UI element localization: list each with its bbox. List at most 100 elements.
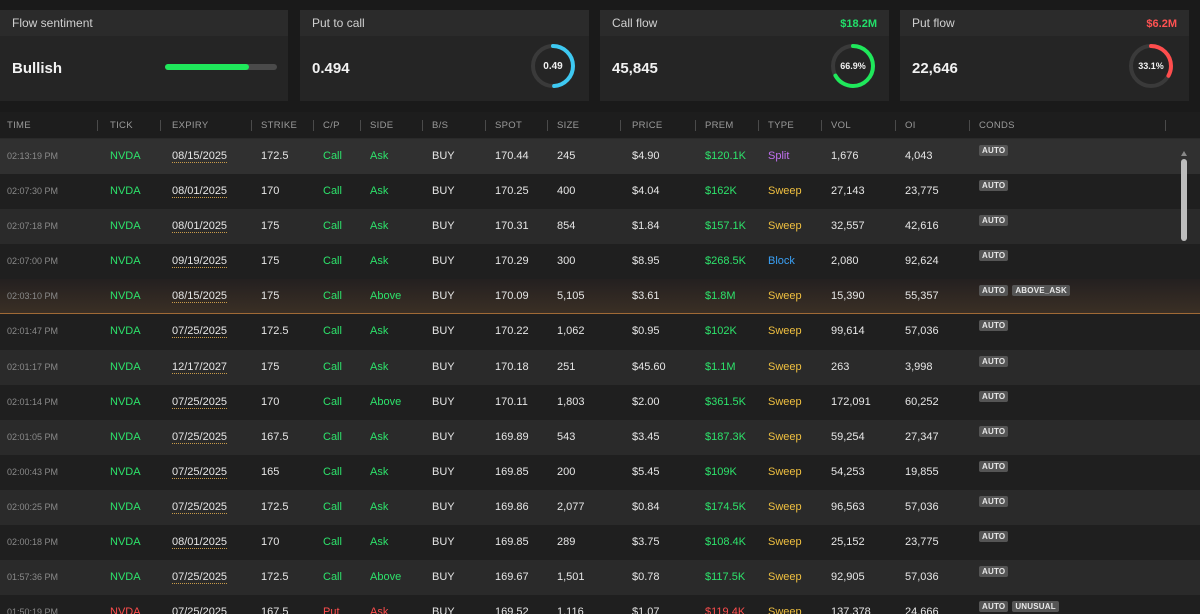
cell-side: Ask <box>370 325 389 338</box>
cell-expiry[interactable]: 09/19/2025 <box>172 255 228 269</box>
put-flow-card: Put flow $6.2M 22,646 33.1% <box>900 10 1189 101</box>
col-resize-handle[interactable] <box>485 120 486 131</box>
cell-type: Sweep <box>768 430 802 443</box>
cell-vol: 15,390 <box>831 290 865 303</box>
col-resize-handle[interactable] <box>360 120 361 131</box>
col-resize-handle[interactable] <box>758 120 759 131</box>
cell-expiry[interactable]: 12/17/2027 <box>172 361 228 374</box>
col-header-prem[interactable]: PREM <box>705 120 734 131</box>
col-resize-handle[interactable] <box>1165 120 1166 131</box>
cell-expiry[interactable]: 07/25/2025 <box>172 501 228 514</box>
cell-expiry[interactable]: 07/25/2025 <box>172 606 227 614</box>
cell-tick[interactable]: NVDA <box>110 606 141 614</box>
cell-vol: 137,378 <box>831 606 871 614</box>
col-resize-handle[interactable] <box>895 120 896 131</box>
col-resize-handle[interactable] <box>547 120 548 131</box>
cell-tick[interactable]: NVDA <box>110 501 141 513</box>
cell-type: Sweep <box>768 395 802 408</box>
cell-tick[interactable]: NVDA <box>110 396 141 408</box>
col-header-strike[interactable]: STRIKE <box>261 120 297 131</box>
cell-tick[interactable]: NVDA <box>110 185 141 197</box>
table-row[interactable]: 02:07:18 PM NVDA 08/01/2025 175 Call Ask BUY 17… <box>0 209 1200 245</box>
cell-expiry[interactable]: 08/01/2025 <box>172 536 228 550</box>
cell-bs: BUY <box>432 185 455 198</box>
cell-expiry[interactable]: 07/25/2025 <box>172 466 228 479</box>
col-header-oi[interactable]: OI <box>905 120 916 131</box>
cell-size: 251 <box>557 360 576 373</box>
cell-expiry[interactable]: 07/25/2025 <box>172 431 228 444</box>
cell-expiry[interactable]: 08/01/2025 <box>172 220 228 234</box>
cell-prem: $119.4K <box>705 606 746 614</box>
cell-spot: 170.09 <box>495 290 529 303</box>
col-header-cp[interactable]: C/P <box>323 120 340 131</box>
cell-expiry[interactable]: 08/01/2025 <box>172 185 228 199</box>
table-row[interactable]: 02:01:14 PM NVDA 07/25/2025 170 Call Above BUY… <box>0 384 1200 420</box>
put-flow-value: 22,646 <box>912 60 958 77</box>
col-header-conds[interactable]: CONDS <box>979 120 1015 131</box>
cell-expiry[interactable]: 07/25/2025 <box>172 571 228 585</box>
col-header-spot[interactable]: SPOT <box>495 120 522 131</box>
cell-tick[interactable]: NVDA <box>110 536 141 548</box>
table-row[interactable]: 02:00:43 PM NVDA 07/25/2025 165 Call Ask BUY 16… <box>0 454 1200 490</box>
col-header-type[interactable]: TYPE <box>768 120 794 131</box>
cell-cp: Put <box>323 606 340 614</box>
col-resize-handle[interactable] <box>620 120 621 131</box>
col-header-side[interactable]: SIDE <box>370 120 393 131</box>
table-scrollbar[interactable] <box>1180 151 1188 614</box>
call-flow-card: Call flow $18.2M 45,845 66.9% <box>600 10 889 101</box>
cell-tick[interactable]: NVDA <box>110 150 141 162</box>
col-resize-handle[interactable] <box>422 120 423 131</box>
cell-type: Sweep <box>768 220 802 233</box>
cell-tick[interactable]: NVDA <box>110 255 141 267</box>
col-header-bs[interactable]: B/S <box>432 120 448 131</box>
table-row[interactable]: 01:50:19 PM NVDA 07/25/2025 167.5 Put Ask BUY 1… <box>0 595 1200 614</box>
cell-prem: $1.1M <box>705 360 736 373</box>
cell-expiry[interactable]: 07/25/2025 <box>172 396 228 409</box>
table-row[interactable]: 02:01:05 PM NVDA 07/25/2025 167.5 Call Ask BUY… <box>0 419 1200 455</box>
cell-spot: 169.86 <box>495 500 529 513</box>
col-resize-handle[interactable] <box>695 120 696 131</box>
table-row[interactable]: 02:13:19 PM NVDA 08/15/2025 172.5 Call Ask BUY… <box>0 139 1200 175</box>
col-header-expiry[interactable]: EXPIRY <box>172 120 208 131</box>
cell-time: 02:01:05 PM <box>7 431 59 442</box>
scrollbar-thumb[interactable] <box>1181 159 1187 241</box>
cell-prem: $187.3K <box>705 430 746 443</box>
col-resize-handle[interactable] <box>97 120 98 131</box>
scroll-up-icon[interactable] <box>1181 151 1187 156</box>
table-row[interactable]: 02:03:10 PM NVDA 08/15/2025 175 Call Above BUY… <box>0 279 1200 315</box>
col-header-tick[interactable]: TICK <box>110 120 133 131</box>
cell-tick[interactable]: NVDA <box>110 220 141 232</box>
table-row[interactable]: 02:07:00 PM NVDA 09/19/2025 175 Call Ask BUY 17… <box>0 244 1200 280</box>
table-row[interactable]: 01:57:36 PM NVDA 07/25/2025 172.5 Call Above B… <box>0 560 1200 596</box>
cell-bs: BUY <box>432 606 455 614</box>
cell-expiry[interactable]: 08/15/2025 <box>172 290 228 304</box>
col-header-price[interactable]: PRICE <box>632 120 663 131</box>
table-row[interactable]: 02:01:17 PM NVDA 12/17/2027 175 Call Ask BUY 17… <box>0 349 1200 385</box>
cell-tick[interactable]: NVDA <box>110 466 141 478</box>
cell-bs: BUY <box>432 536 455 549</box>
cell-expiry[interactable]: 07/25/2025 <box>172 325 228 339</box>
put-flow-amount: $6.2M <box>1146 18 1177 30</box>
put-to-call-gauge: 0.49 <box>531 44 575 88</box>
col-resize-handle[interactable] <box>969 120 970 131</box>
table-row[interactable]: 02:00:18 PM NVDA 08/01/2025 170 Call Ask BUY 16… <box>0 525 1200 561</box>
col-resize-handle[interactable] <box>251 120 252 131</box>
cell-tick[interactable]: NVDA <box>110 290 141 302</box>
table-row[interactable]: 02:01:47 PM NVDA 07/25/2025 172.5 Call Ask BUY… <box>0 314 1200 350</box>
col-resize-handle[interactable] <box>821 120 822 131</box>
col-header-vol[interactable]: VOL <box>831 120 851 131</box>
call-flow-value: 45,845 <box>612 60 658 77</box>
cell-expiry[interactable]: 08/15/2025 <box>172 150 228 163</box>
table-row[interactable]: 02:00:25 PM NVDA 07/25/2025 172.5 Call Ask BUY… <box>0 489 1200 526</box>
cell-tick[interactable]: NVDA <box>110 431 141 443</box>
cell-tick[interactable]: NVDA <box>110 325 141 337</box>
col-header-size[interactable]: SIZE <box>557 120 579 131</box>
table-row[interactable]: 02:07:30 PM NVDA 08/01/2025 170 Call Ask BUY 17… <box>0 174 1200 210</box>
col-resize-handle[interactable] <box>160 120 161 131</box>
cell-size: 1,803 <box>557 395 585 408</box>
col-header-time[interactable]: TIME <box>7 120 31 131</box>
cell-type: Sweep <box>768 465 802 478</box>
col-resize-handle[interactable] <box>313 120 314 131</box>
cell-tick[interactable]: NVDA <box>110 361 141 373</box>
cell-tick[interactable]: NVDA <box>110 571 141 583</box>
